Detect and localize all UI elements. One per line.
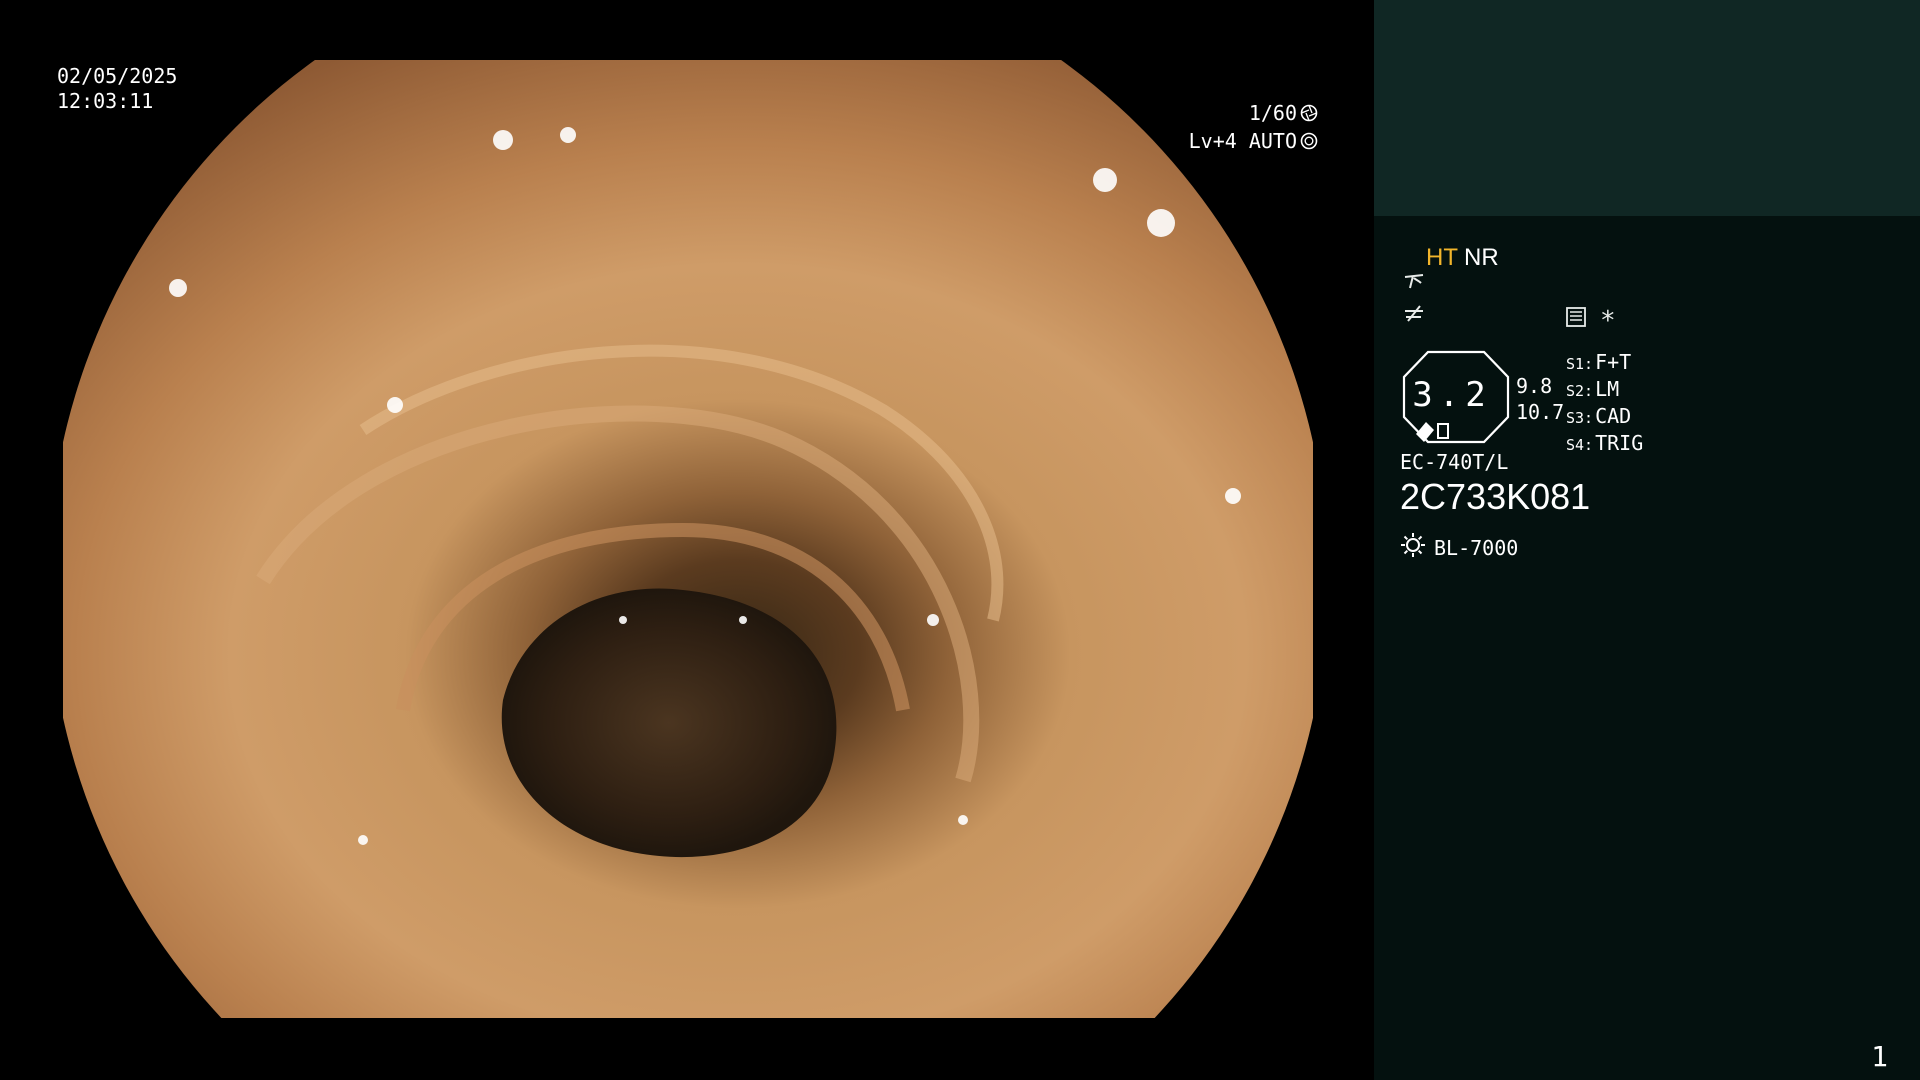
setting-key: S3: — [1566, 409, 1594, 427]
settings-row: S2: LM — [1566, 377, 1643, 404]
nr-label: NR — [1464, 244, 1499, 271]
ht-nr-row: HT NR — [1426, 244, 1499, 272]
gauge-sub-value-1: 9.8 — [1516, 374, 1553, 398]
time-text: 12:03:11 — [57, 89, 154, 113]
page-number: 1 — [1871, 1040, 1888, 1073]
light-source: BL-7000 — [1400, 532, 1518, 563]
exposure-info: 1/60 Lv+4 AUTO — [1189, 99, 1318, 155]
level-text: Lv+4 AUTO — [1188, 129, 1297, 153]
menu-icon — [1565, 306, 1589, 334]
setting-key: S4: — [1566, 436, 1594, 454]
setting-key: S1: — [1566, 355, 1594, 373]
date-time: 02/05/2025 12:03:11 — [57, 64, 177, 114]
setting-value: TRIG — [1595, 431, 1644, 455]
settings-list: S1: F+T S2: LM S3: CAD S4: TRIG — [1566, 350, 1643, 458]
scope-model: EC-740T/L — [1400, 450, 1509, 474]
setting-value: CAD — [1595, 404, 1632, 428]
shutter-text: 1/60 — [1248, 101, 1297, 125]
setting-value: LM — [1595, 377, 1620, 401]
setting-key: S2: — [1566, 382, 1594, 400]
light-source-label: BL-7000 — [1434, 535, 1519, 560]
light-gauge: 3.2 — [1396, 350, 1516, 444]
ht-label: HT — [1426, 244, 1458, 271]
scope-serial: 2C733K081 — [1400, 476, 1591, 517]
panel-header — [1374, 0, 1920, 216]
light-source-icon — [1400, 532, 1426, 563]
shutter-icon — [1300, 104, 1318, 122]
settings-row: S3: CAD — [1566, 404, 1643, 431]
endoscope-display: 02/05/2025 12:03:11 1/60 Lv+4 AUTO — [0, 0, 1374, 1080]
gauge-value: 3.2 — [1412, 375, 1492, 415]
color-hue-icon — [1402, 302, 1426, 332]
endoscope-image — [63, 60, 1313, 1018]
settings-row: S4: TRIG — [1566, 431, 1643, 458]
gauge-sub-value-2: 10.7 — [1516, 400, 1565, 424]
auto-exposure-icon — [1300, 132, 1318, 150]
date-text: 02/05/2025 — [57, 64, 178, 88]
asterisk: * — [1600, 306, 1616, 336]
status-panel: HT NR * 3.2 9.8 10.7 S1: F+T S2: LM S3: CAD … — [1374, 0, 1920, 1080]
settings-row: S1: F+T — [1566, 350, 1643, 377]
structure-enhance-icon — [1402, 270, 1426, 300]
setting-value: F+T — [1595, 350, 1632, 374]
